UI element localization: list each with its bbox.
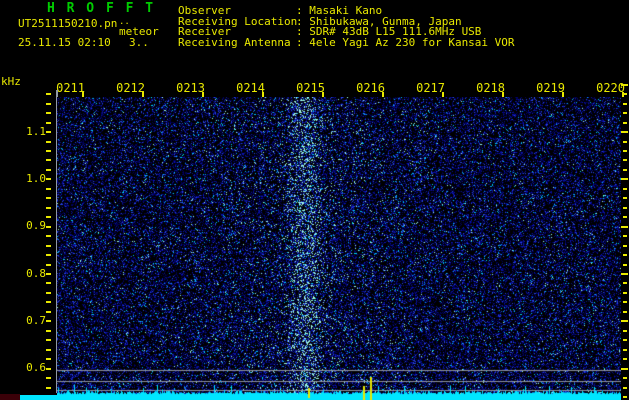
right-minor-tick: [623, 358, 627, 361]
right-minor-tick: [623, 93, 627, 96]
time-tick-label: 0212: [116, 81, 145, 95]
time-tick-label: 0219: [536, 81, 565, 95]
freq-tick-label: 1.0: [26, 171, 46, 185]
freq-minor-tick: [46, 206, 51, 209]
freq-minor-tick: [46, 310, 51, 313]
freq-tick-label: 0.9: [26, 219, 46, 233]
right-minor-tick: [623, 377, 627, 380]
freq-minor-tick: [46, 168, 51, 171]
frequency-axis-unit: kHz: [1, 75, 21, 88]
freq-minor-tick: [46, 102, 51, 105]
freq-minor-tick: [46, 178, 51, 181]
freq-minor-tick: [46, 377, 51, 380]
right-minor-tick: [623, 235, 627, 238]
right-major-tick: [621, 273, 628, 275]
right-minor-tick: [623, 282, 627, 285]
right-major-tick: [621, 178, 628, 181]
station-info-block: Observer: Masaki Kano Receiving Location:…: [178, 5, 515, 48]
right-minor-tick: [623, 339, 627, 342]
freq-minor-tick: [46, 273, 51, 275]
right-minor-tick: [623, 159, 627, 162]
freq-minor-tick: [46, 254, 51, 257]
app-title: H R O F F T: [47, 1, 156, 16]
freq-minor-tick: [46, 339, 51, 342]
capture-filename: UT2511150210.pn: [18, 17, 118, 30]
info-value: : 4ele Yagi Az 230 for Kansai VOR: [296, 36, 515, 50]
freq-tick-label: 0.6: [26, 361, 46, 375]
freq-minor-tick: [46, 121, 51, 124]
right-major-tick: [621, 225, 628, 228]
hrofft-window: H R O F F T UT2511150210.pn .. meteor 25…: [0, 0, 629, 400]
info-label: Receiving Antenna: [178, 36, 291, 50]
freq-minor-tick: [46, 263, 51, 266]
noise-level-red-strip: [0, 394, 20, 400]
freq-minor-tick: [46, 159, 51, 162]
right-minor-tick: [623, 168, 627, 171]
right-major-tick: [621, 367, 628, 370]
freq-tick-label: 0.7: [26, 313, 46, 327]
signal-meter-left-extension: [19, 395, 57, 400]
right-major-tick: [621, 83, 628, 86]
freq-minor-tick: [46, 93, 51, 96]
right-minor-tick: [623, 197, 627, 200]
freq-minor-tick: [46, 358, 51, 361]
freq-minor-tick: [46, 282, 51, 285]
right-minor-tick: [623, 291, 627, 294]
freq-minor-tick: [46, 197, 51, 200]
freq-minor-tick: [46, 301, 51, 304]
freq-minor-tick: [46, 131, 51, 134]
right-minor-tick: [623, 102, 627, 105]
freq-minor-tick: [46, 187, 51, 190]
freq-tick-label: 0.8: [26, 266, 46, 280]
freq-tick-label: 1.1: [26, 124, 46, 138]
time-tick-label: 0213: [176, 81, 205, 95]
right-major-tick: [621, 320, 628, 323]
freq-minor-tick: [46, 367, 51, 370]
freq-minor-tick: [46, 291, 51, 294]
right-minor-tick: [623, 112, 627, 115]
right-minor-tick: [623, 216, 627, 219]
right-minor-tick: [623, 329, 627, 332]
time-tick-label: 0216: [356, 81, 385, 95]
time-tick-label: 0218: [476, 81, 505, 95]
right-minor-tick: [623, 244, 627, 247]
freq-minor-tick: [46, 140, 51, 143]
time-tick-label: 0211: [56, 81, 85, 95]
freq-minor-tick: [46, 150, 51, 153]
right-minor-tick: [623, 301, 627, 304]
right-minor-tick: [623, 386, 627, 389]
freq-minor-tick: [46, 112, 51, 115]
right-minor-tick: [623, 140, 627, 143]
freq-minor-tick: [46, 386, 51, 389]
time-tick-label: 0214: [236, 81, 265, 95]
timestamp: 25.11.15 02:10: [18, 36, 111, 49]
freq-minor-tick: [46, 320, 51, 323]
freq-minor-tick: [46, 329, 51, 332]
sample-count: 3..: [129, 36, 149, 49]
freq-minor-tick: [46, 225, 51, 228]
time-tick-label: 0215: [296, 81, 325, 95]
right-minor-tick: [623, 206, 627, 209]
right-minor-tick: [623, 348, 627, 351]
freq-minor-tick: [46, 348, 51, 351]
right-minor-tick: [623, 150, 627, 153]
right-minor-tick: [623, 121, 627, 124]
spectrogram-plot: [57, 97, 621, 400]
freq-minor-tick: [46, 216, 51, 219]
right-minor-tick: [623, 395, 627, 398]
right-major-tick: [621, 131, 628, 134]
info-row: Receiving Antenna : 4ele Yagi Az 230 for …: [178, 37, 515, 48]
freq-minor-tick: [46, 235, 51, 238]
right-minor-tick: [623, 254, 627, 257]
right-minor-tick: [623, 310, 627, 313]
right-minor-tick: [623, 263, 627, 266]
time-tick-label: 0217: [416, 81, 445, 95]
freq-minor-tick: [46, 244, 51, 247]
right-minor-tick: [623, 187, 627, 190]
